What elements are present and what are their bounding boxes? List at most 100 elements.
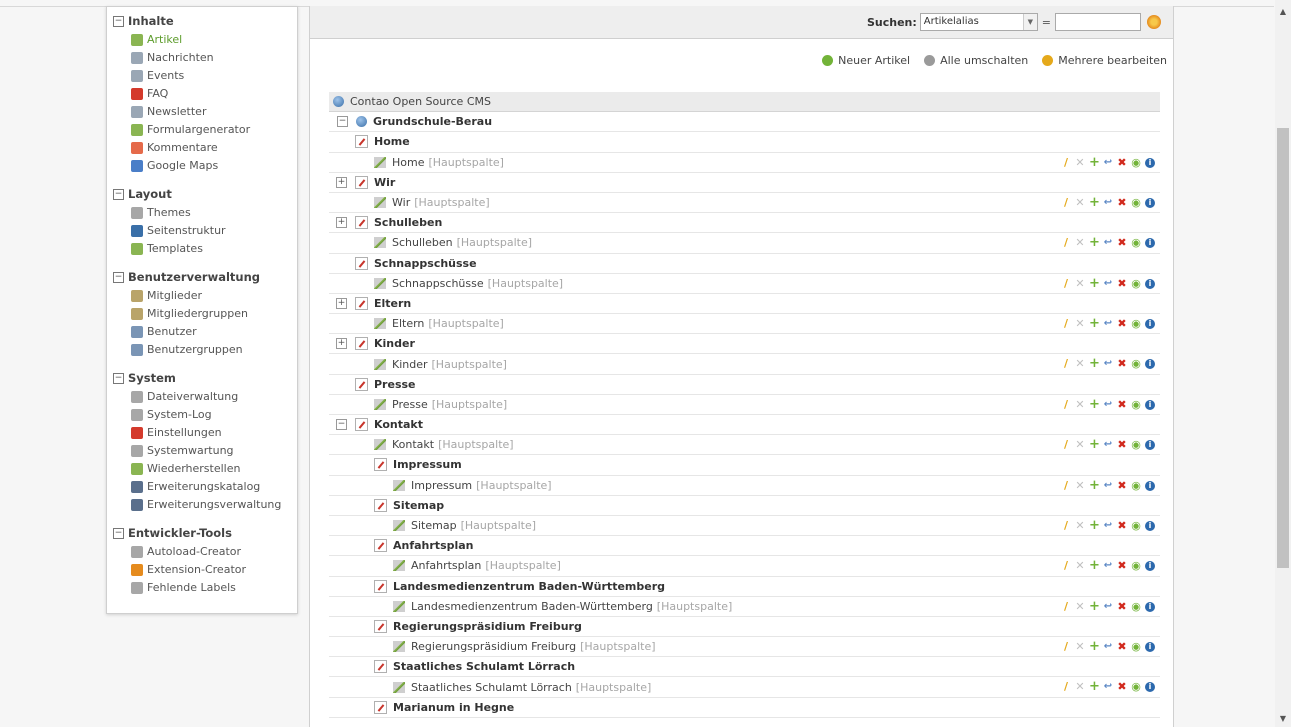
sidebar-item[interactable]: Kommentare (107, 139, 297, 157)
article-label[interactable]: Regierungspräsidium Freiburg (411, 640, 576, 653)
move-icon[interactable]: ↩ (1103, 561, 1113, 571)
cut-icon[interactable]: ✕ (1075, 237, 1085, 248)
edit-icon[interactable]: / (1061, 278, 1071, 289)
move-icon[interactable]: ↩ (1103, 399, 1113, 410)
delete-icon[interactable]: ✖ (1117, 560, 1127, 571)
move-icon[interactable]: ↩ (1103, 601, 1113, 612)
sidebar-item[interactable]: Fehlende Labels (107, 579, 297, 597)
article-label[interactable]: Kinder (392, 358, 428, 371)
collapse-icon[interactable]: − (113, 188, 124, 200)
cut-icon[interactable]: ✕ (1075, 520, 1085, 531)
info-icon[interactable]: i (1145, 601, 1155, 612)
article-label[interactable]: Staatliches Schulamt Lörrach (411, 681, 572, 694)
article-row[interactable]: Anfahrtsplan [Hauptspalte] / ✕ + ↩ ✖ ◉ i (329, 556, 1160, 577)
sidebar-item[interactable]: Formulargenerator (107, 121, 297, 139)
delete-icon[interactable]: ✖ (1117, 439, 1127, 450)
info-icon[interactable]: i (1145, 682, 1155, 693)
article-row[interactable]: Schnappschüsse [Hauptspalte] / ✕ + ↩ ✖ ◉ i (329, 274, 1160, 294)
sidebar-group-header[interactable]: − Layout (107, 184, 297, 204)
info-icon[interactable]: i (1145, 278, 1155, 289)
sidebar-item[interactable]: Mitglieder (107, 287, 297, 305)
page-row[interactable]: + Wir (329, 173, 1160, 193)
cut-icon[interactable]: ✕ (1075, 601, 1085, 612)
article-label[interactable]: Presse (392, 398, 428, 411)
move-icon[interactable]: ↩ (1103, 359, 1113, 369)
sidebar-item[interactable]: Einstellungen (107, 424, 297, 442)
page-row[interactable]: + Kinder (329, 334, 1160, 355)
add-icon[interactable]: + (1089, 398, 1100, 411)
collapse-icon[interactable]: − (113, 372, 124, 384)
move-icon[interactable]: ↩ (1103, 197, 1113, 208)
sidebar-item[interactable]: Wiederherstellen (107, 460, 297, 478)
sidebar-item[interactable]: Nachrichten (107, 49, 297, 67)
action-2[interactable]: Mehrere bearbeiten (1042, 54, 1167, 67)
info-icon[interactable]: i (1145, 197, 1155, 208)
move-icon[interactable]: ↩ (1103, 480, 1113, 491)
delete-icon[interactable]: ✖ (1117, 318, 1127, 329)
visibility-icon[interactable]: ◉ (1131, 318, 1141, 329)
add-icon[interactable]: + (1089, 156, 1100, 169)
article-label[interactable]: Schulleben (392, 236, 453, 249)
move-icon[interactable]: ↩ (1103, 682, 1113, 692)
search-field-select[interactable]: Artikelalias ▼ (919, 13, 1038, 31)
add-icon[interactable]: + (1089, 680, 1100, 693)
sidebar-item[interactable]: Autoload-Creator (107, 543, 297, 561)
delete-icon[interactable]: ✖ (1117, 641, 1127, 652)
delete-icon[interactable]: ✖ (1117, 237, 1127, 248)
scrollbar-thumb[interactable] (1277, 128, 1289, 568)
page-row[interactable]: Regierungspräsidium Freiburg (329, 617, 1160, 638)
info-icon[interactable]: i (1145, 238, 1155, 249)
sidebar-item[interactable]: Erweiterungskatalog (107, 478, 297, 496)
collapse-icon[interactable]: − (337, 116, 348, 128)
edit-icon[interactable]: / (1061, 480, 1071, 491)
info-icon[interactable]: i (1145, 319, 1155, 330)
visibility-icon[interactable]: ◉ (1131, 439, 1141, 450)
add-icon[interactable]: + (1089, 357, 1100, 370)
sidebar-item[interactable]: Newsletter (107, 103, 297, 121)
page-row[interactable]: Marianum in Hegne (329, 698, 1160, 718)
article-row[interactable]: Kinder [Hauptspalte] / ✕ + ↩ ✖ ◉ i (329, 354, 1160, 375)
delete-icon[interactable]: ✖ (1117, 480, 1127, 491)
cut-icon[interactable]: ✕ (1075, 560, 1085, 571)
edit-icon[interactable]: / (1061, 560, 1071, 571)
move-icon[interactable]: ↩ (1103, 440, 1113, 450)
sidebar-item[interactable]: Mitgliedergruppen (107, 305, 297, 323)
move-icon[interactable]: ↩ (1103, 520, 1113, 531)
delete-icon[interactable]: ✖ (1117, 358, 1127, 369)
cut-icon[interactable]: ✕ (1075, 157, 1085, 168)
collapse-icon[interactable]: − (113, 271, 124, 283)
sidebar-item[interactable]: Benutzer (107, 323, 297, 341)
sidebar-item[interactable]: Benutzergruppen (107, 341, 297, 359)
edit-icon[interactable]: / (1061, 520, 1071, 531)
edit-icon[interactable]: / (1061, 318, 1071, 329)
edit-icon[interactable]: / (1061, 641, 1071, 652)
visibility-icon[interactable]: ◉ (1131, 358, 1141, 369)
info-icon[interactable]: i (1145, 520, 1155, 531)
sidebar-item[interactable]: System-Log (107, 406, 297, 424)
visibility-icon[interactable]: ◉ (1131, 237, 1141, 248)
edit-icon[interactable]: / (1061, 197, 1071, 208)
edit-icon[interactable]: / (1061, 439, 1071, 450)
add-icon[interactable]: + (1089, 640, 1100, 653)
sidebar-item[interactable]: Seitenstruktur (107, 222, 297, 240)
expand-icon[interactable]: + (336, 297, 347, 309)
visibility-icon[interactable]: ◉ (1131, 560, 1141, 571)
visibility-icon[interactable]: ◉ (1131, 681, 1141, 692)
article-label[interactable]: Landesmedienzentrum Baden-Württemberg (411, 600, 653, 613)
article-label[interactable]: Schnappschüsse (392, 277, 484, 290)
sidebar-item[interactable]: Erweiterungsverwaltung (107, 496, 297, 514)
info-icon[interactable]: i (1145, 157, 1155, 168)
cut-icon[interactable]: ✕ (1075, 681, 1085, 692)
visibility-icon[interactable]: ◉ (1131, 520, 1141, 531)
article-label[interactable]: Eltern (392, 317, 424, 330)
page-row[interactable]: Presse (329, 375, 1160, 395)
sidebar-item[interactable]: Templates (107, 240, 297, 258)
page-row[interactable]: Home (329, 132, 1160, 153)
delete-icon[interactable]: ✖ (1117, 681, 1127, 692)
collapse-icon[interactable]: − (113, 527, 124, 539)
page-row[interactable]: Impressum (329, 455, 1160, 476)
visibility-icon[interactable]: ◉ (1131, 641, 1141, 652)
article-label[interactable]: Impressum (411, 479, 472, 492)
article-label[interactable]: Wir (392, 196, 410, 209)
article-row[interactable]: Eltern [Hauptspalte] / ✕ + ↩ ✖ ◉ i (329, 314, 1160, 335)
